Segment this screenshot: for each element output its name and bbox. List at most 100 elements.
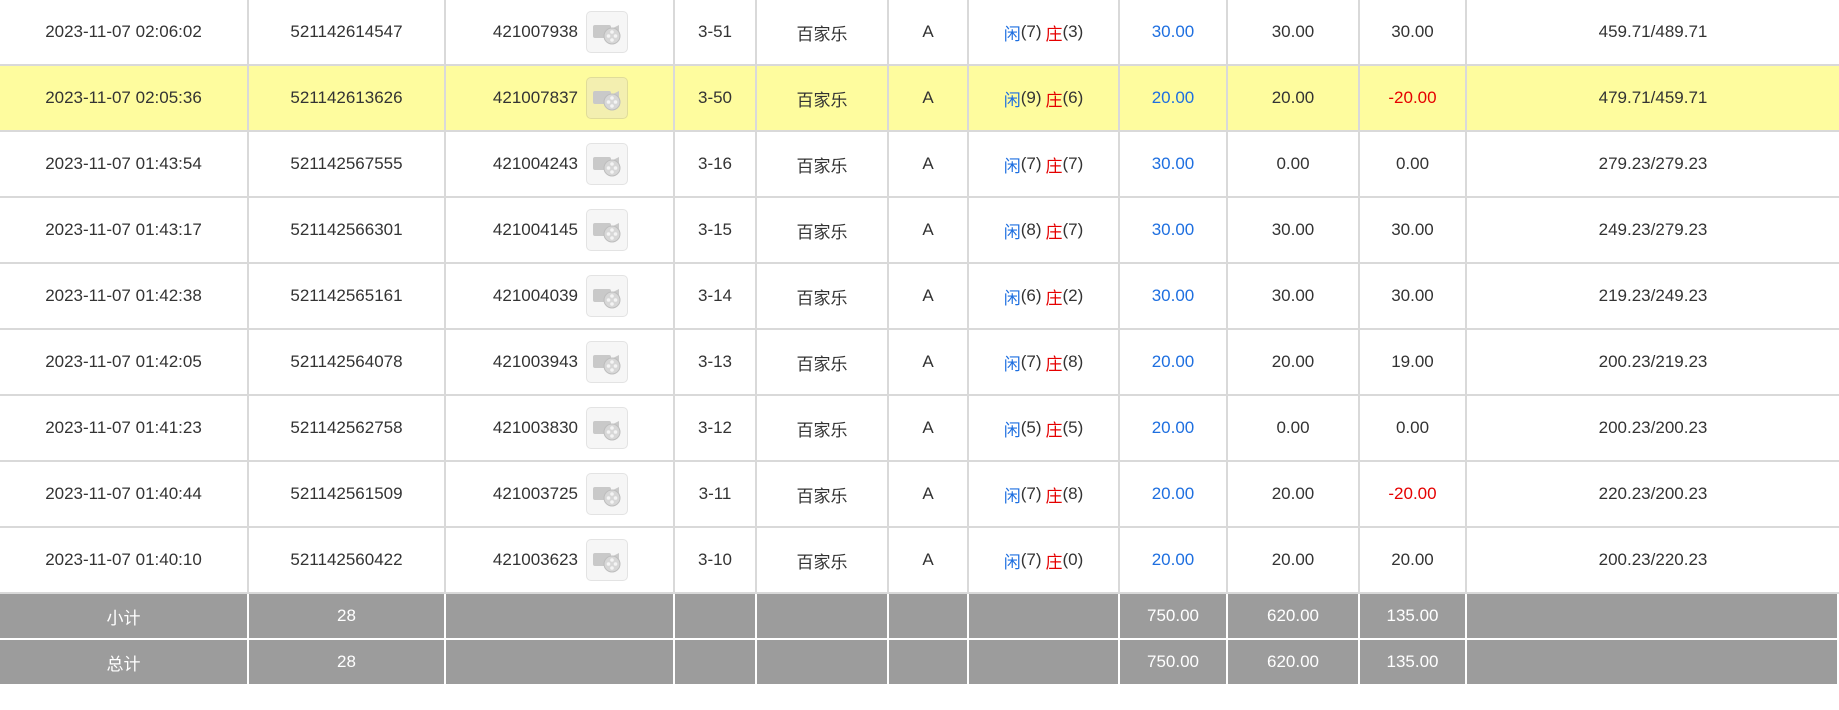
summary-valid-bet: 620.00 <box>1228 594 1360 640</box>
bet-amount: 20.00 <box>1120 462 1228 528</box>
table-code: A <box>889 66 969 132</box>
round-number: 3-16 <box>675 132 757 198</box>
order-number: 521142566301 <box>249 198 446 264</box>
game-number-cell: 421007938 <box>446 0 675 66</box>
bet-amount: 20.00 <box>1120 396 1228 462</box>
film-reel-icon[interactable] <box>586 77 628 119</box>
banker-label: 庄 <box>1045 24 1063 44</box>
game-type: 百家乐 <box>757 66 889 132</box>
valid-bet: 20.00 <box>1228 528 1360 594</box>
bet-time: 2023-11-07 01:43:17 <box>0 198 249 264</box>
player-label: 闲 <box>1003 288 1021 308</box>
order-number: 521142567555 <box>249 132 446 198</box>
result-cell: 闲 (8) 庄 (7) <box>969 198 1120 264</box>
win-loss: 0.00 <box>1360 132 1467 198</box>
film-reel-icon[interactable] <box>586 407 628 449</box>
balance-change: 200.23/220.23 <box>1467 528 1839 594</box>
bet-records-table: 2023-11-07 02:06:02 521142614547 421007938… <box>0 0 1839 686</box>
result-cell: 闲 (7) 庄 (7) <box>969 132 1120 198</box>
summary-bet: 750.00 <box>1120 640 1228 686</box>
bet-amount: 20.00 <box>1120 330 1228 396</box>
valid-bet: 0.00 <box>1228 132 1360 198</box>
order-number: 521142562758 <box>249 396 446 462</box>
empty-cell <box>757 640 889 686</box>
win-loss: 19.00 <box>1360 330 1467 396</box>
game-number-cell: 421004145 <box>446 198 675 264</box>
summary-label: 小计 <box>0 594 249 640</box>
player-label: 闲 <box>1003 90 1021 110</box>
player-label: 闲 <box>1003 486 1021 506</box>
table-code: A <box>889 462 969 528</box>
balance-change: 220.23/200.23 <box>1467 462 1839 528</box>
result-cell: 闲 (6) 庄 (2) <box>969 264 1120 330</box>
game-number-cell: 421003830 <box>446 396 675 462</box>
game-type: 百家乐 <box>757 198 889 264</box>
win-loss: 0.00 <box>1360 396 1467 462</box>
win-loss: 30.00 <box>1360 198 1467 264</box>
game-type: 百家乐 <box>757 0 889 66</box>
film-reel-icon[interactable] <box>586 209 628 251</box>
banker-points: (6) <box>1062 88 1084 107</box>
banker-points: (5) <box>1062 418 1084 437</box>
bet-amount: 20.00 <box>1120 528 1228 594</box>
summary-count: 28 <box>249 640 446 686</box>
order-number: 521142565161 <box>249 264 446 330</box>
banker-points: (2) <box>1062 286 1084 305</box>
game-number: 421003623 <box>492 550 578 569</box>
film-reel-icon[interactable] <box>586 275 628 317</box>
banker-label: 庄 <box>1045 222 1063 242</box>
summary-label: 总计 <box>0 640 249 686</box>
game-number: 421003943 <box>492 352 578 371</box>
player-label: 闲 <box>1003 156 1021 176</box>
player-points: (7) <box>1020 484 1042 503</box>
empty-cell <box>675 594 757 640</box>
player-points: (5) <box>1020 418 1042 437</box>
game-number-cell: 421003725 <box>446 462 675 528</box>
banker-label: 庄 <box>1045 486 1063 506</box>
valid-bet: 30.00 <box>1228 264 1360 330</box>
table-code: A <box>889 396 969 462</box>
game-number-cell: 421004039 <box>446 264 675 330</box>
result-cell: 闲 (7) 庄 (3) <box>969 0 1120 66</box>
film-reel-icon[interactable] <box>586 143 628 185</box>
film-reel-icon[interactable] <box>586 539 628 581</box>
game-number-cell: 421003623 <box>446 528 675 594</box>
film-reel-icon[interactable] <box>586 473 628 515</box>
empty-cell <box>446 640 675 686</box>
game-type: 百家乐 <box>757 264 889 330</box>
banker-label: 庄 <box>1045 420 1063 440</box>
film-reel-icon[interactable] <box>586 341 628 383</box>
round-number: 3-12 <box>675 396 757 462</box>
banker-points: (0) <box>1062 550 1084 569</box>
table-code: A <box>889 528 969 594</box>
bet-amount: 20.00 <box>1120 66 1228 132</box>
game-number-cell: 421007837 <box>446 66 675 132</box>
game-number: 421007938 <box>492 22 578 41</box>
table-code: A <box>889 198 969 264</box>
game-number-cell: 421003943 <box>446 330 675 396</box>
player-points: (7) <box>1020 550 1042 569</box>
player-points: (8) <box>1020 220 1042 239</box>
valid-bet: 30.00 <box>1228 0 1360 66</box>
order-number: 521142560422 <box>249 528 446 594</box>
banker-label: 庄 <box>1045 288 1063 308</box>
valid-bet: 20.00 <box>1228 330 1360 396</box>
player-label: 闲 <box>1003 222 1021 242</box>
summary-valid-bet: 620.00 <box>1228 640 1360 686</box>
result-cell: 闲 (7) 庄 (8) <box>969 330 1120 396</box>
game-number: 421004145 <box>492 220 578 239</box>
game-number: 421004039 <box>492 286 578 305</box>
empty-cell <box>889 594 969 640</box>
bet-time: 2023-11-07 02:06:02 <box>0 0 249 66</box>
summary-win-loss: 135.00 <box>1360 594 1467 640</box>
table-code: A <box>889 330 969 396</box>
bet-time: 2023-11-07 01:40:44 <box>0 462 249 528</box>
round-number: 3-51 <box>675 0 757 66</box>
game-number: 421003725 <box>492 484 578 503</box>
win-loss: -20.00 <box>1360 462 1467 528</box>
bet-time: 2023-11-07 01:41:23 <box>0 396 249 462</box>
banker-label: 庄 <box>1045 354 1063 374</box>
summary-bet: 750.00 <box>1120 594 1228 640</box>
balance-change: 200.23/219.23 <box>1467 330 1839 396</box>
film-reel-icon[interactable] <box>586 11 628 53</box>
